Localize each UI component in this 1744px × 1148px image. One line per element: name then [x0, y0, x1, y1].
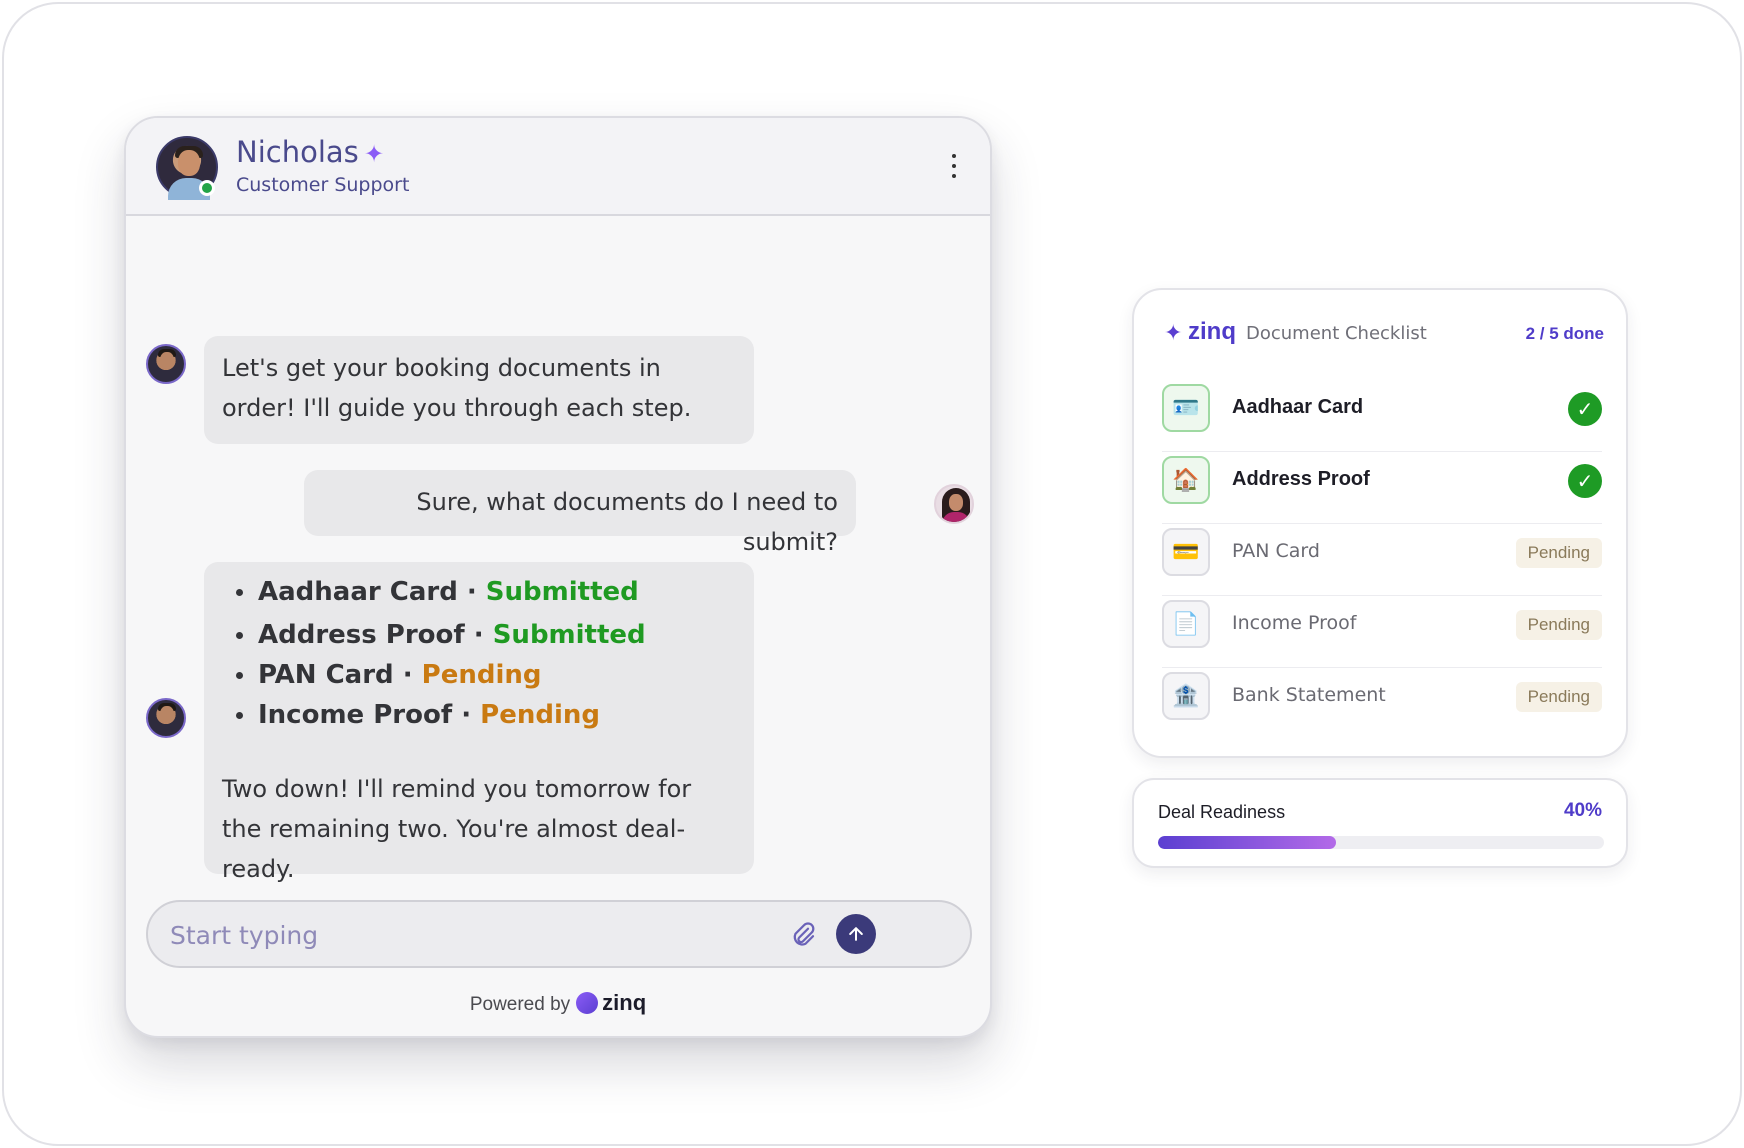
agent-closing-text: Two down! I'll remind you tomorrow for t…: [222, 775, 692, 883]
status-pending: Pending: [480, 700, 600, 730]
paperclip-icon[interactable]: [788, 918, 818, 952]
checklist-title: Document Checklist: [1246, 323, 1427, 344]
house-icon: 🏠: [1162, 456, 1210, 504]
more-options-button[interactable]: [944, 148, 964, 184]
checklist-item[interactable]: 💳 PAN Card Pending: [1162, 524, 1602, 596]
status-badge: Pending: [1515, 538, 1602, 568]
list-item: Income Proof · Pending: [222, 695, 736, 735]
check-icon: ✓: [1568, 464, 1602, 498]
id-card-icon: 🪪: [1162, 384, 1210, 432]
status-submitted: Submitted: [485, 577, 639, 607]
deal-readiness-label: Deal Readiness: [1158, 802, 1286, 822]
checklist-item-label: PAN Card: [1232, 540, 1320, 562]
checklist-items: 🪪 Aadhaar Card ✓ 🏠 Address Proof ✓ 💳 PAN…: [1162, 380, 1602, 740]
message-composer: [146, 900, 972, 968]
checklist-item-label: Address Proof: [1232, 468, 1370, 490]
user-avatar: [934, 484, 974, 524]
status-submitted: Submitted: [492, 620, 646, 650]
status-badge: Pending: [1515, 682, 1602, 712]
deal-progress-track: [1158, 836, 1604, 849]
app-frame: Nicholas ✦ Customer Support Let's get yo…: [2, 2, 1742, 1146]
checklist-brand: zinq: [1188, 318, 1236, 345]
checklist-item[interactable]: 🪪 Aadhaar Card ✓: [1162, 380, 1602, 452]
checklist-item-label: Bank Statement: [1232, 684, 1386, 706]
list-item: Aadhaar Card · Submitted: [222, 572, 736, 612]
list-item: PAN Card · Pending: [222, 655, 736, 695]
agent-name: Nicholas: [236, 135, 359, 169]
document-status-list: Aadhaar Card · Submitted Address Proof ·…: [222, 572, 736, 735]
deal-readiness-card: Deal Readiness 40%: [1132, 778, 1628, 868]
checklist-header: ✦ zinq Document Checklist 2 / 5 done: [1164, 318, 1604, 350]
chat-widget: Nicholas ✦ Customer Support Let's get yo…: [124, 116, 992, 1038]
bank-icon: 🏦: [1162, 672, 1210, 720]
checklist-item[interactable]: 🏠 Address Proof ✓: [1162, 452, 1602, 524]
card-icon: 💳: [1162, 528, 1210, 576]
user-message-bubble: Sure, what documents do I need to submit…: [304, 470, 856, 556]
status-badge: Pending: [1515, 610, 1602, 640]
status-pending: Pending: [421, 660, 542, 690]
message-input[interactable]: [170, 916, 770, 954]
agent-summary-bubble: Aadhaar Card · Submitted Address Proof ·…: [204, 562, 754, 883]
checklist-item-label: Income Proof: [1232, 612, 1357, 634]
checklist-progress-count: 2 / 5 done: [1525, 324, 1604, 343]
checklist-item-label: Aadhaar Card: [1232, 396, 1364, 418]
check-icon: ✓: [1568, 392, 1602, 426]
zinq-logo-icon: [576, 992, 599, 1014]
agent-role: Customer Support: [236, 174, 410, 196]
sparkle-icon: ✦: [364, 141, 385, 168]
powered-by: Powered by zinq: [469, 990, 647, 1015]
send-button[interactable]: [836, 914, 876, 954]
agent-message-avatar: [146, 344, 186, 384]
arrow-up-icon: [849, 927, 863, 941]
agent-message-avatar: [146, 698, 186, 738]
online-status-icon: [199, 180, 215, 196]
checklist-item[interactable]: 📄 Income Proof Pending: [1162, 596, 1602, 668]
deal-progress-fill: [1158, 836, 1337, 849]
deal-readiness-percent: 40%: [1563, 800, 1602, 821]
agent-message-bubble: Let's get your booking documents in orde…: [204, 336, 754, 444]
document-icon: 📄: [1162, 600, 1210, 648]
brand-name: zinq: [602, 990, 647, 1015]
checklist-item[interactable]: 🏦 Bank Statement Pending: [1162, 668, 1602, 740]
document-checklist-card: ✦ zinq Document Checklist 2 / 5 done 🪪 A…: [1132, 288, 1628, 758]
list-item: Address Proof · Submitted: [222, 615, 736, 655]
sparkle-icon: ✦: [1164, 320, 1183, 345]
chat-header: Nicholas ✦ Customer Support: [126, 118, 990, 216]
